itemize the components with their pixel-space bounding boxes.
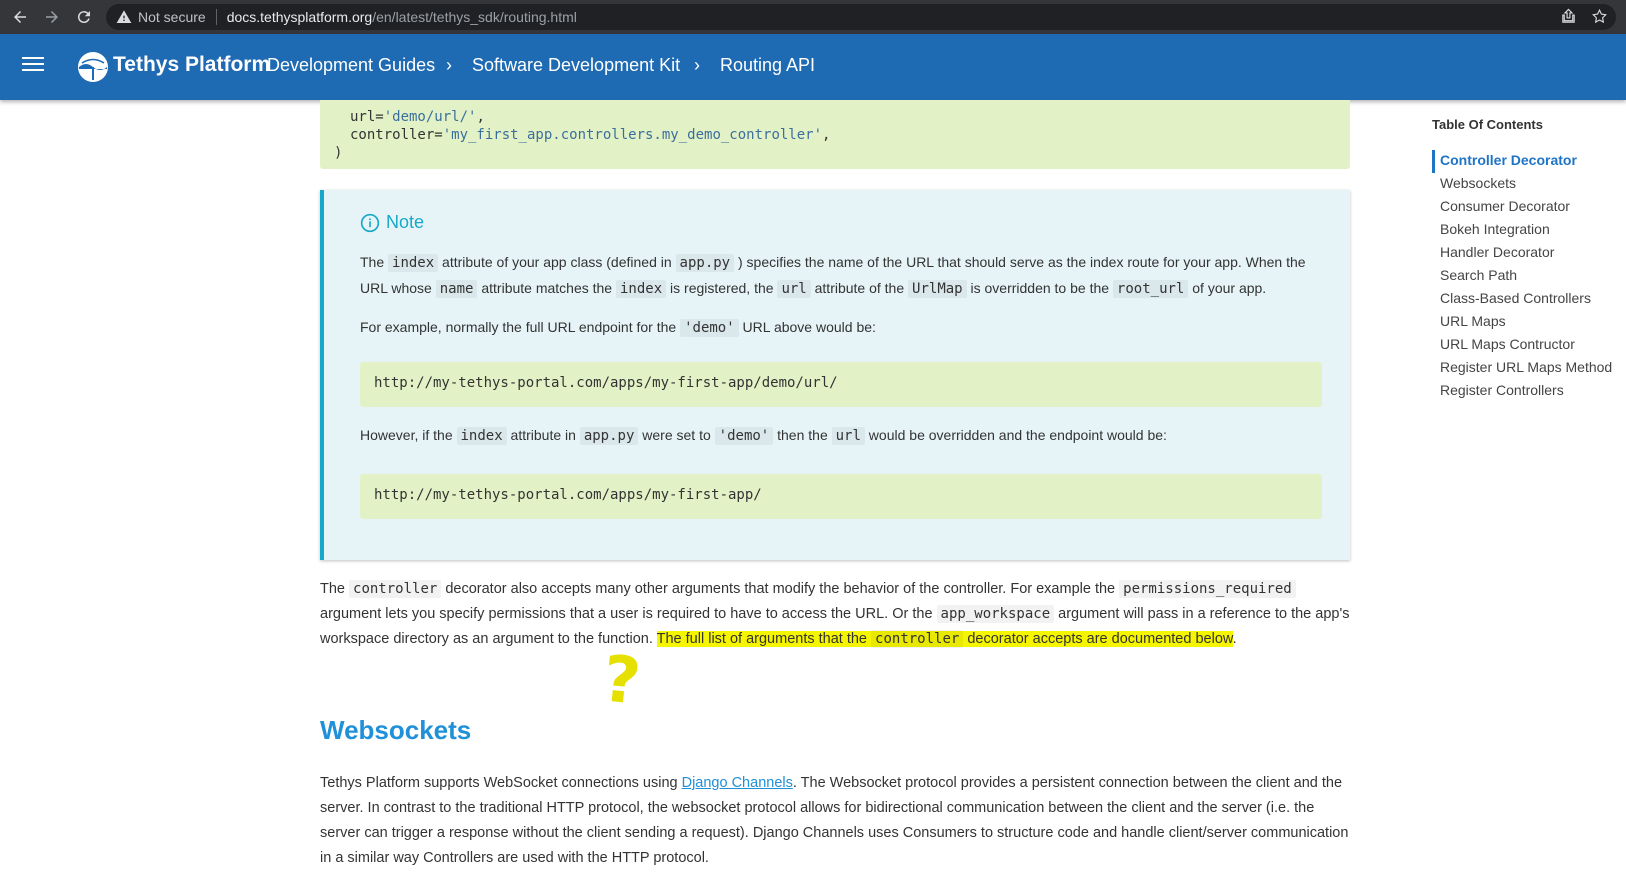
highlighted-text: The full list of arguments that the cont… [656, 630, 1233, 648]
code-text: , [822, 127, 831, 143]
note-paragraph: For example, normally the full URL endpo… [360, 319, 876, 337]
chevron-right-icon: › [446, 55, 452, 75]
reload-icon[interactable] [68, 0, 100, 34]
question-mark-annotation: ? [599, 642, 644, 720]
warning-icon [116, 9, 132, 25]
url-host: docs.tethysplatform.org [226, 9, 373, 25]
code-text: url= [350, 109, 384, 125]
bookmark-star-icon[interactable] [1591, 8, 1608, 30]
toc-item-register-url-maps-method[interactable]: Register URL Maps Method [1432, 357, 1612, 380]
brand-title[interactable]: Tethys Platform [113, 53, 270, 77]
breadcrumb-development-guides[interactable]: Development Guides [267, 55, 435, 76]
inline-code: name [435, 280, 478, 298]
breadcrumb-software-development-kit[interactable]: Software Development Kit [472, 55, 680, 76]
inline-code: controller [871, 630, 964, 648]
code-block: url='demo/url/', controller='my_first_ap… [320, 100, 1350, 169]
not-secure-label: Not secure [138, 9, 206, 25]
inline-code: url [777, 280, 811, 298]
site-header: Tethys Platform Development Guides › Sof… [0, 34, 1626, 100]
inline-code: app_workspace [936, 605, 1055, 623]
hamburger-menu-icon[interactable] [22, 57, 44, 75]
info-icon [360, 213, 380, 232]
toc-item-websockets[interactable]: Websockets [1432, 173, 1612, 196]
share-icon[interactable] [1560, 8, 1577, 30]
toc-item-controller-decorator[interactable]: Controller Decorator [1432, 150, 1612, 173]
inline-code: controller [349, 580, 442, 598]
browser-toolbar: Not secure docs.tethysplatform.org/en/la… [0, 0, 1626, 34]
toc-item-register-controllers[interactable]: Register Controllers [1432, 380, 1612, 403]
toc-item-url-maps-contructor[interactable]: URL Maps Contructor [1432, 334, 1612, 357]
inline-code: 'demo' [714, 427, 774, 445]
inline-code: url [831, 427, 865, 445]
toc-item-consumer-decorator[interactable]: Consumer Decorator [1432, 196, 1612, 219]
code-text: controller= [350, 127, 443, 143]
note-paragraph: The index attribute of your app class (d… [360, 254, 1306, 298]
inline-code: index [456, 427, 507, 445]
url-path: /en/latest/tethys_sdk/routing.html [372, 9, 577, 25]
chevron-right-icon: › [694, 55, 700, 75]
django-channels-link[interactable]: Django Channels [682, 775, 793, 791]
code-text: ) [334, 145, 343, 161]
inline-code: index [616, 280, 667, 298]
address-divider [215, 9, 217, 25]
toc-item-bokeh-integration[interactable]: Bokeh Integration [1432, 219, 1612, 242]
note-admonition: Note The index attribute of your app cla… [320, 190, 1350, 560]
forward-icon[interactable] [36, 0, 68, 34]
address-bar[interactable]: Not secure docs.tethysplatform.org/en/la… [106, 4, 1616, 30]
code-string: 'demo/url/' [383, 109, 477, 125]
toc-item-search-path[interactable]: Search Path [1432, 265, 1612, 288]
inline-code: 'demo' [680, 319, 739, 337]
tethys-logo[interactable] [78, 52, 108, 82]
toc-item-class-based-controllers[interactable]: Class-Based Controllers [1432, 288, 1612, 311]
note-title: Note [360, 212, 424, 233]
section-heading: Websockets [320, 715, 472, 745]
body-paragraph: The controller decorator also accepts ma… [320, 580, 1350, 648]
table-of-contents: Controller Decorator Websockets Consumer… [1432, 150, 1612, 403]
code-block: http://my-tethys-portal.com/apps/my-firs… [360, 362, 1322, 407]
toc-title: Table Of Contents [1432, 117, 1543, 132]
code-string: 'my_first_app.controllers.my_demo_contro… [442, 127, 823, 143]
toc-item-handler-decorator[interactable]: Handler Decorator [1432, 242, 1612, 265]
inline-code: root_url [1112, 280, 1189, 298]
breadcrumb-routing-api[interactable]: Routing API [720, 55, 815, 76]
code-block: http://my-tethys-portal.com/apps/my-firs… [360, 474, 1322, 519]
inline-code: app.py [675, 254, 735, 272]
inline-code: index [388, 254, 439, 272]
inline-code: app.py [579, 427, 639, 445]
inline-code: UrlMap [908, 280, 967, 298]
inline-code: permissions_required [1119, 580, 1296, 598]
back-icon[interactable] [4, 0, 36, 34]
note-paragraph: However, if the index attribute in app.p… [360, 427, 1167, 445]
toc-item-url-maps[interactable]: URL Maps [1432, 311, 1612, 334]
note-title-text: Note [386, 212, 425, 232]
code-text: , [476, 109, 485, 125]
body-paragraph: Tethys Platform supports WebSocket conne… [320, 775, 1349, 866]
